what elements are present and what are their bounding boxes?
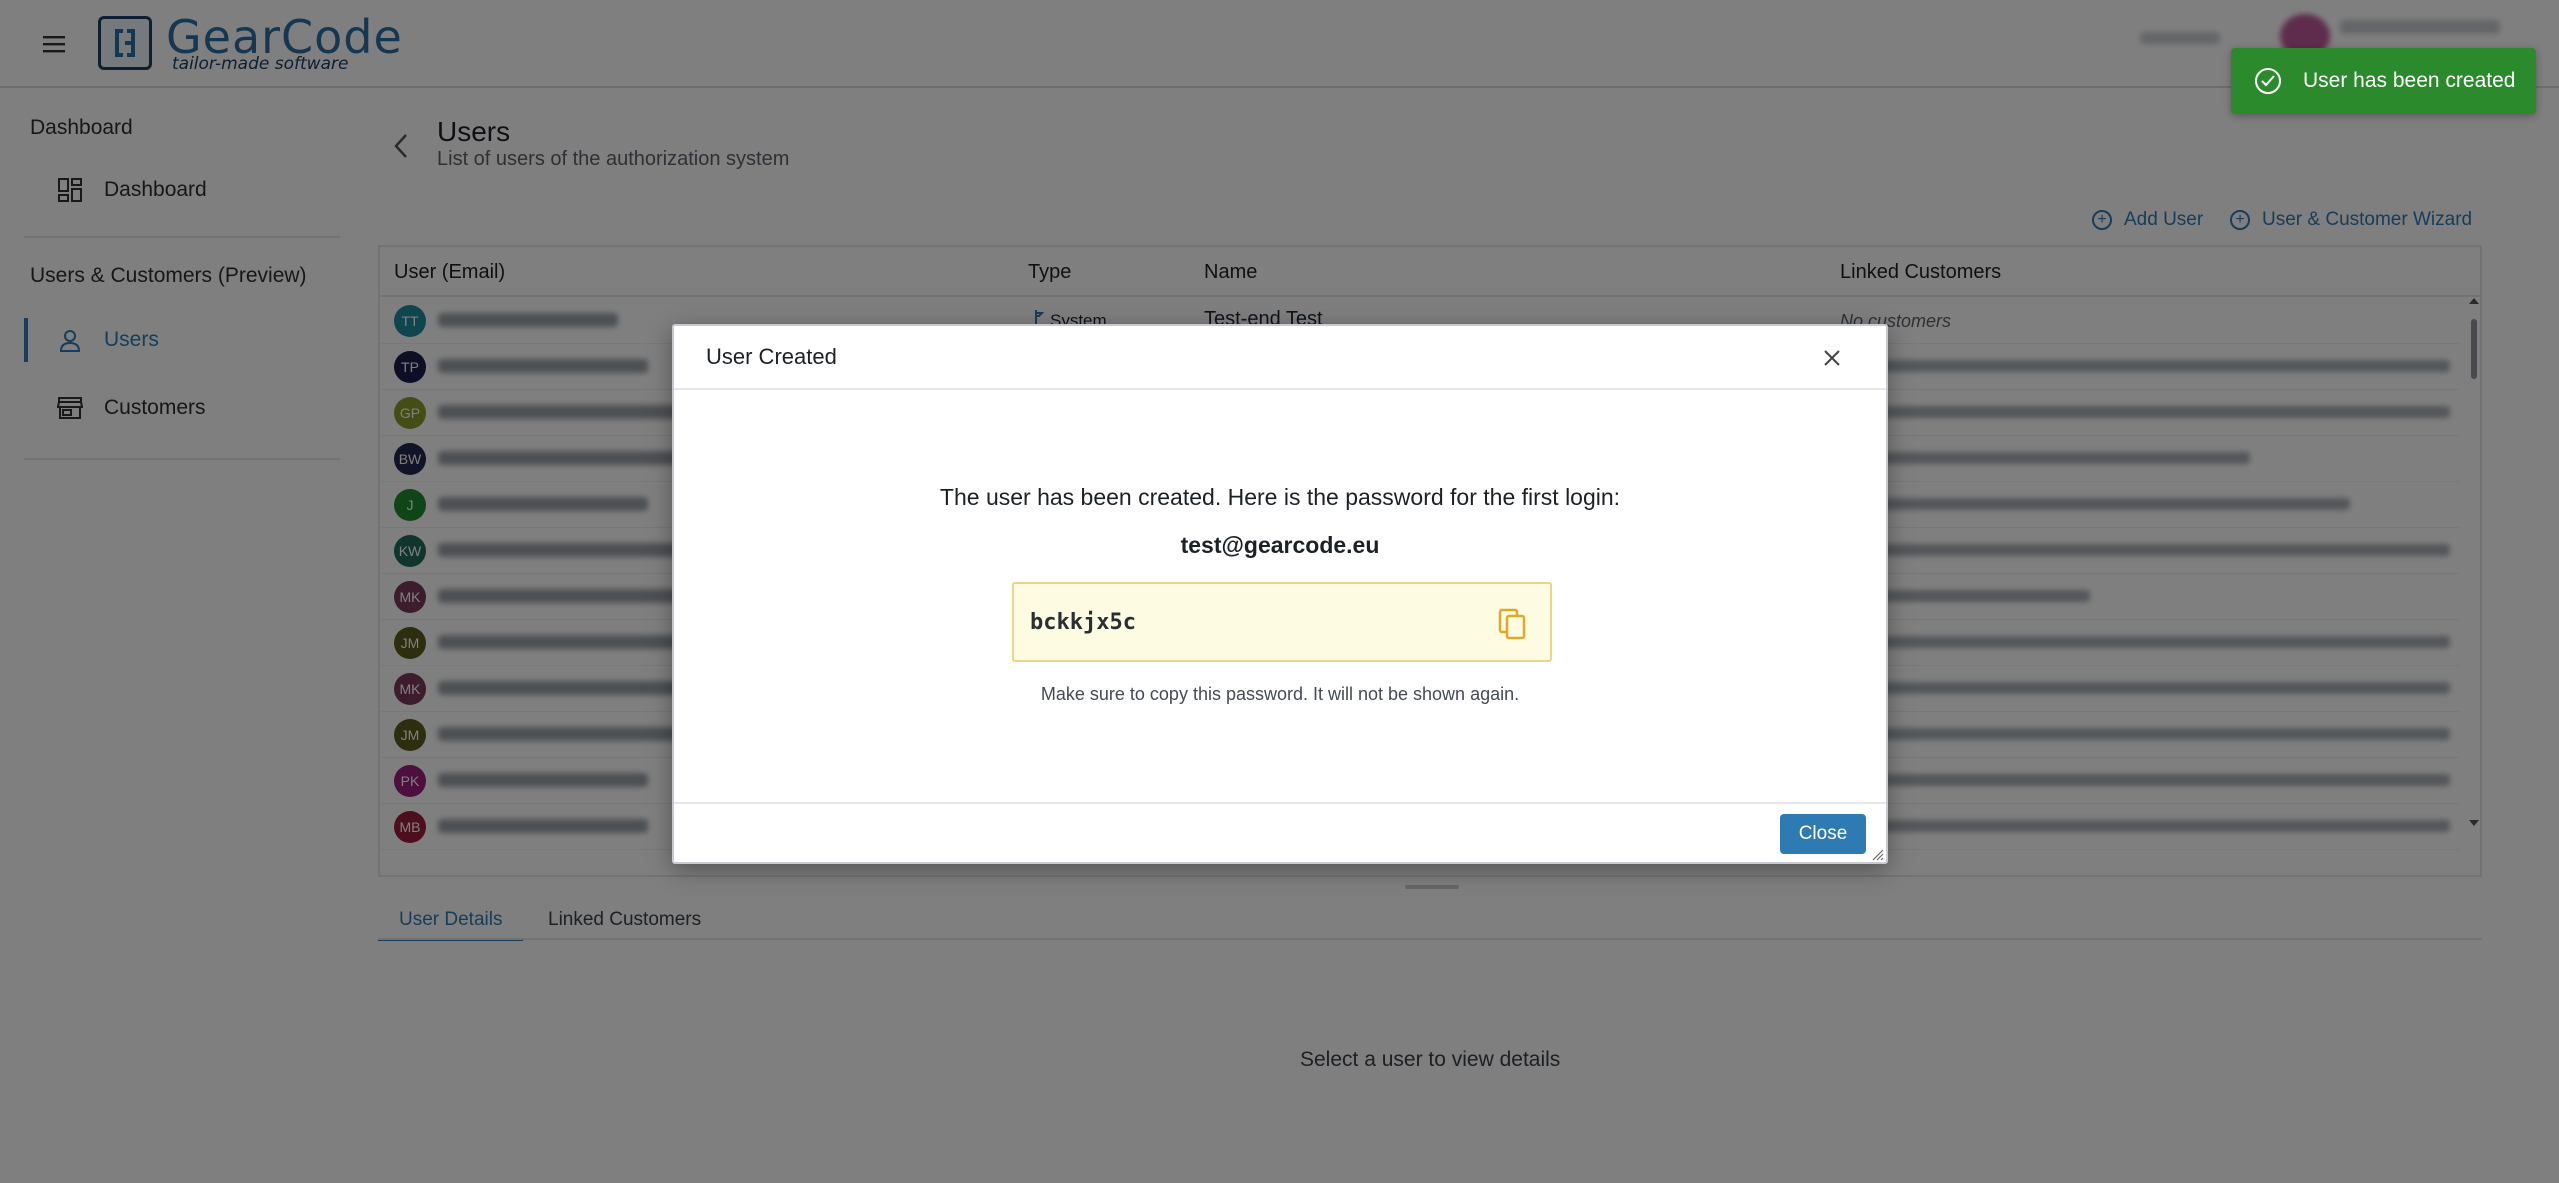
copy-icon[interactable] xyxy=(1494,604,1530,644)
close-button[interactable]: Close xyxy=(1780,814,1866,854)
dialog-title: User Created xyxy=(706,344,837,369)
check-circle-icon xyxy=(2255,68,2281,94)
toast-message: User has been created xyxy=(2303,69,2516,92)
dialog-footer-divider xyxy=(674,802,1886,804)
password-box: bckkjx5c xyxy=(1012,582,1552,662)
user-created-dialog: User Created The user has been created. … xyxy=(672,324,1888,864)
close-icon[interactable] xyxy=(1818,344,1846,372)
dialog-resize-icon[interactable] xyxy=(1872,848,1884,861)
dialog-header-divider xyxy=(674,388,1886,390)
dialog-message: The user has been created. Here is the p… xyxy=(939,484,1621,510)
success-toast[interactable]: User has been created xyxy=(2231,48,2536,114)
created-user-email: test@gearcode.eu xyxy=(1180,532,1380,558)
generated-password[interactable]: bckkjx5c xyxy=(1030,610,1136,635)
password-note: Make sure to copy this password. It will… xyxy=(1040,684,1520,704)
